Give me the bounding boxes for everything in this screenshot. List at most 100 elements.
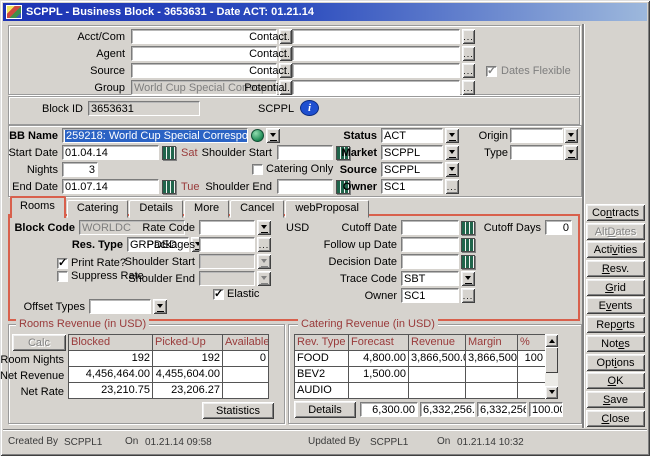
side-button-save[interactable]: Save	[586, 391, 645, 408]
catering-revenue-col-header: Revenue	[409, 335, 466, 351]
follow-up-date-field[interactable]	[401, 237, 459, 252]
scroll-down-arrow[interactable]	[545, 386, 558, 399]
contact2-field[interactable]	[292, 46, 460, 61]
nights-field[interactable]: 3	[62, 162, 98, 177]
globe-icon[interactable]	[251, 129, 264, 142]
contact3-lov-button[interactable]: ...	[462, 63, 475, 78]
side-button-reports[interactable]: Reports	[586, 316, 645, 333]
scrollbar-thumb[interactable]	[545, 347, 558, 373]
rooms-revenue-col-header: Blocked	[69, 335, 153, 351]
side-button-activities[interactable]: Activities	[586, 241, 645, 258]
nights-label: Nights	[0, 164, 58, 178]
dates-flexible-checkbox[interactable]	[486, 66, 497, 77]
source-label: Source	[20, 65, 125, 79]
packages-lov-button[interactable]: ...	[257, 237, 271, 252]
side-button-close[interactable]: Close	[586, 410, 645, 427]
end-date-field[interactable]: 01.07.14	[62, 179, 159, 194]
status-field[interactable]: ACT	[381, 128, 443, 143]
catering-revenue-col-header: Rev. Type	[295, 335, 349, 351]
catering-revenue-cell	[518, 367, 546, 383]
resort-label: SCPPL	[258, 103, 294, 117]
offset-types-dropdown-button[interactable]	[153, 299, 167, 314]
origin-dropdown-button[interactable]	[564, 128, 578, 143]
bb-name-field[interactable]: 259218: World Cup Special Corresponsals	[62, 128, 248, 143]
source2-field[interactable]: SCPPL	[381, 162, 443, 177]
rooms-owner-field[interactable]: SC1	[401, 288, 459, 303]
catering-total-forecast: 6,300.00	[360, 402, 418, 417]
catering-revenue-cell: AUDIO	[295, 383, 349, 399]
scroll-up-arrow[interactable]	[545, 334, 558, 347]
type-field[interactable]	[510, 145, 563, 160]
block-code-label: Block Code	[5, 222, 75, 236]
type-dropdown-button[interactable]	[564, 145, 578, 160]
tab-details[interactable]: Details	[129, 200, 183, 218]
contact2-lov-button[interactable]: ...	[462, 46, 475, 61]
potential-lov-button[interactable]: ...	[462, 80, 475, 95]
contact1-lov-button[interactable]: ...	[462, 29, 475, 44]
catering-revenue-cell: 3,866,500.00	[409, 351, 466, 367]
rooms-revenue-cell: 0	[223, 351, 269, 367]
elastic-checkbox[interactable]	[213, 289, 224, 300]
side-button-notes[interactable]: Notes	[586, 335, 645, 352]
side-button-resv[interactable]: Resv.	[586, 260, 645, 277]
rate-code-dropdown-button[interactable]	[257, 220, 271, 235]
source-dropdown-button[interactable]	[445, 162, 459, 177]
tab-cancel[interactable]: Cancel	[230, 200, 284, 218]
statistics-button[interactable]: Statistics	[202, 402, 274, 419]
catering-revenue-col-header: Forecast	[349, 335, 409, 351]
catering-revenue-cell	[466, 367, 518, 383]
bb-name-dropdown-button[interactable]	[266, 128, 280, 143]
catering-table-scrollbar[interactable]	[545, 334, 558, 399]
follow-up-date-label: Follow up Date	[307, 239, 397, 253]
packages-field[interactable]	[199, 237, 255, 252]
tab-more[interactable]: More	[184, 200, 229, 218]
agent-label: Agent	[20, 48, 125, 62]
trace-code-field[interactable]: SBT	[401, 271, 459, 286]
side-button-events[interactable]: Events	[586, 297, 645, 314]
decision-date-field[interactable]	[401, 254, 459, 269]
info-icon[interactable]: i	[300, 100, 319, 116]
cutoff-date-calendar-icon[interactable]	[461, 221, 475, 235]
market-label: Market	[307, 147, 377, 161]
suppress-rate-checkbox[interactable]	[57, 271, 68, 282]
contact3-field[interactable]	[292, 63, 460, 78]
rooms-revenue-cell: 23,210.75	[69, 383, 153, 399]
decision-calendar-icon[interactable]	[461, 255, 475, 269]
contact1-field[interactable]	[292, 29, 460, 44]
trace-code-dropdown-button[interactable]	[461, 271, 475, 286]
rooms-shoulder-end-dropdown-button	[257, 271, 271, 286]
details-button[interactable]: Details	[294, 401, 356, 418]
catering-revenue-cell	[518, 383, 546, 399]
catering-revenue-cell	[409, 367, 466, 383]
side-button-ok[interactable]: OK	[586, 372, 645, 389]
side-button-grid[interactable]: Grid	[586, 279, 645, 296]
elastic-label: Elastic	[227, 288, 259, 302]
origin-field[interactable]	[510, 128, 563, 143]
side-button-options[interactable]: Options	[586, 354, 645, 371]
owner-field[interactable]: SC1	[381, 179, 443, 194]
catering-only-checkbox[interactable]	[252, 164, 263, 175]
catering-total-revenue: 6,332,256.00	[420, 402, 475, 417]
tab-rooms[interactable]: Rooms	[10, 196, 66, 218]
cutoff-date-field[interactable]	[401, 220, 459, 235]
offset-types-field[interactable]	[89, 299, 151, 314]
print-rate-checkbox[interactable]	[57, 258, 68, 269]
rate-code-field[interactable]	[199, 220, 255, 235]
follow-up-calendar-icon[interactable]	[461, 238, 475, 252]
origin-label: Origin	[448, 130, 508, 144]
potential-field[interactable]	[292, 80, 460, 95]
start-date-label: Start Date	[0, 147, 58, 161]
start-date-field[interactable]: 01.04.14	[62, 145, 159, 160]
rooms-owner-lov-button[interactable]: ...	[461, 288, 475, 303]
tab-catering[interactable]: Catering	[67, 200, 129, 218]
owner-lov-button[interactable]: ...	[445, 179, 459, 194]
market-field[interactable]: SCPPL	[381, 145, 443, 160]
block-id-label: Block ID	[10, 103, 83, 117]
side-button-contracts[interactable]: Contracts	[586, 204, 645, 221]
tab-webproposal[interactable]: webProposal	[285, 200, 369, 218]
status-label: Status	[307, 130, 377, 144]
start-date-calendar-icon[interactable]	[162, 146, 176, 160]
cutoff-days-field[interactable]: 0	[545, 220, 572, 235]
rooms-shoulder-end-field	[199, 271, 255, 286]
end-date-calendar-icon[interactable]	[162, 180, 176, 194]
